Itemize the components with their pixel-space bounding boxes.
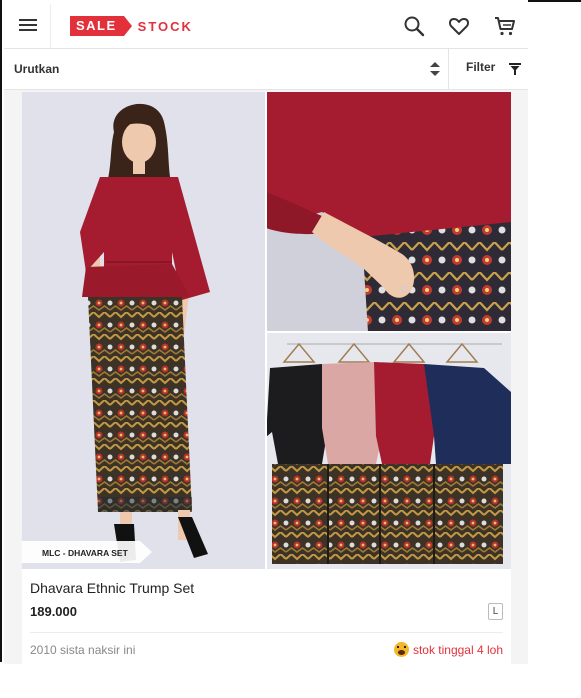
stock-status: stok tinggal 4 loh (393, 642, 503, 657)
sort-arrows-icon[interactable] (430, 62, 440, 76)
search-icon[interactable] (402, 14, 426, 38)
top-header: SALE STOCK (4, 4, 528, 49)
product-title[interactable]: Dhavara Ethnic Trump Set (30, 580, 194, 596)
product-label-tag: MLC - DHAVARA SET (22, 541, 152, 563)
menu-icon[interactable] (18, 16, 38, 36)
sort-button[interactable]: Urutkan (14, 62, 59, 76)
product-price: 189.000 (30, 604, 77, 619)
app-window: SALE STOCK Urutkan Filter MLC - DHAVARA … (4, 4, 528, 664)
brand-logo-stock: STOCK (137, 18, 193, 34)
divider (448, 49, 449, 89)
filter-icon[interactable] (509, 62, 521, 76)
heart-icon[interactable] (447, 14, 471, 38)
product-image[interactable] (22, 92, 511, 569)
product-label-text: MLC - DHAVARA SET (42, 548, 129, 558)
likes-count: 2010 sista naksir ini (30, 643, 136, 657)
product-card[interactable]: MLC - DHAVARA SET Dhavara Ethnic Trump S… (22, 92, 511, 664)
brand-logo-sale: SALE (70, 16, 132, 36)
divider (50, 4, 51, 48)
stock-status-text: stok tinggal 4 loh (412, 642, 503, 657)
screenshot-frame: SALE STOCK Urutkan Filter MLC - DHAVARA … (0, 0, 581, 698)
brand-logo[interactable]: SALE STOCK (70, 16, 193, 36)
cart-icon[interactable] (493, 14, 517, 38)
divider (30, 632, 503, 633)
frame-edge (0, 0, 2, 662)
size-badge: L (488, 603, 503, 620)
sort-filter-bar: Urutkan Filter (4, 49, 528, 90)
frame-edge (528, 0, 581, 2)
filter-button[interactable]: Filter (466, 60, 495, 74)
shocked-face-icon (393, 642, 409, 657)
